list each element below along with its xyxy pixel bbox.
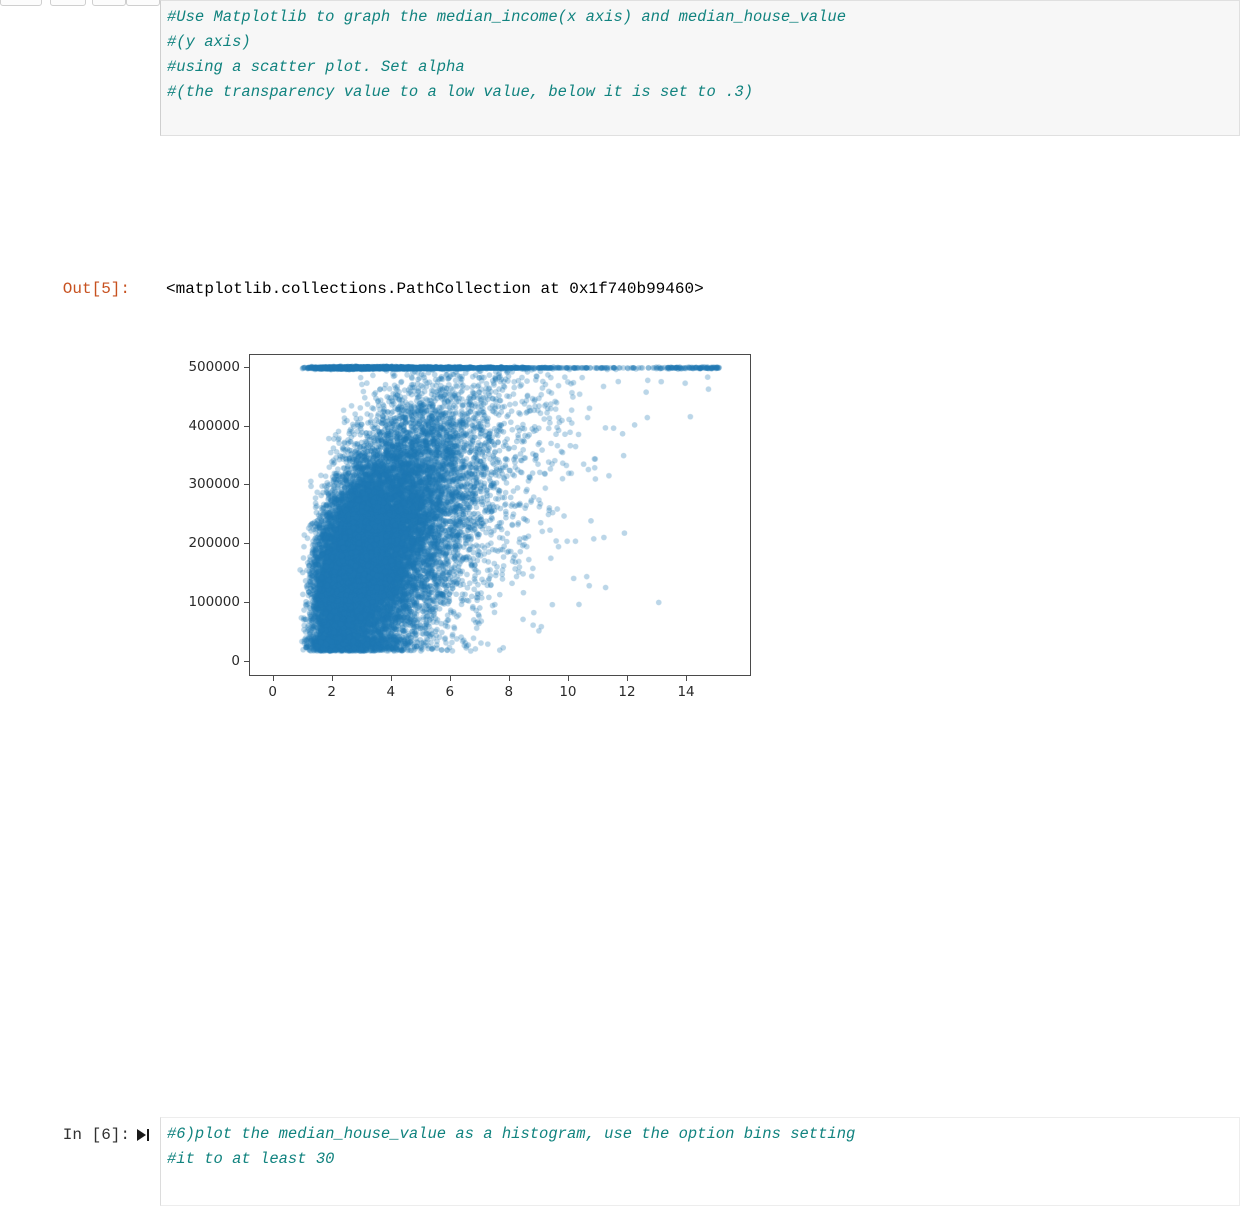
notebook-cell-out-5-text: Out[5]: <matplotlib.collections.PathColl… — [0, 279, 1240, 303]
x-tick-label: 2 — [327, 684, 336, 700]
y-tick-mark — [244, 425, 249, 427]
y-tick-label: 0 — [231, 652, 240, 669]
x-tick-label: 14 — [677, 684, 695, 700]
output-prompt-5: Out[5]: — [62, 280, 130, 298]
y-tick-mark — [244, 660, 249, 662]
cut-cell-button[interactable] — [92, 0, 126, 6]
x-tick-mark — [331, 676, 333, 681]
y-tick-label: 100000 — [188, 593, 240, 610]
copy-cell-button[interactable] — [126, 0, 160, 6]
x-tick-mark — [272, 676, 274, 681]
output-repr-text: <matplotlib.collections.PathCollection a… — [166, 280, 704, 298]
scatter-plot-axes — [249, 354, 751, 676]
add-cell-button[interactable] — [50, 0, 86, 6]
x-tick-mark — [567, 676, 569, 681]
x-tick-mark — [686, 676, 688, 681]
x-tick-mark — [508, 676, 510, 681]
code-line: #using a scatter plot. Set alpha — [167, 58, 465, 76]
x-tick-label: 0 — [268, 684, 277, 700]
y-tick-mark — [244, 366, 249, 368]
code-line: #(the transparency value to a low value,… — [167, 83, 753, 101]
figure-canvas: 0 100000 200000 300000 400000 500000 0 2 4 6 8 10 1… — [166, 345, 766, 710]
run-next-icon[interactable] — [134, 1125, 152, 1145]
y-tick-label: 200000 — [188, 535, 240, 552]
scatter-points — [250, 355, 750, 675]
x-tick-label: 8 — [504, 684, 514, 700]
notebook-body[interactable]: #Use Matplotlib to graph the median_inco… — [0, 0, 1240, 1206]
y-tick-mark — [244, 543, 249, 545]
notebook-cell-out-5-figure: 0 100000 200000 300000 400000 500000 0 2 4 6 8 10 1… — [0, 345, 1240, 715]
x-tick-label: 4 — [386, 684, 396, 700]
x-tick-label: 6 — [445, 684, 455, 700]
x-tick-label: 10 — [559, 684, 577, 700]
code-editor-cell-6[interactable]: #6)plot the median_house_value as a hist… — [160, 1117, 1240, 1206]
y-tick-label: 400000 — [188, 417, 240, 434]
x-tick-mark — [626, 676, 628, 681]
notebook-cell-in-6[interactable]: In [6]: #6)plot the median_house_value a… — [0, 1117, 1240, 1206]
code-line: #(y axis) — [167, 33, 251, 51]
code-line: #Use Matplotlib to graph the median_inco… — [167, 8, 847, 26]
x-tick-mark — [449, 676, 451, 681]
x-tick-label: 12 — [618, 684, 636, 700]
matplotlib-figure: 0 100000 200000 300000 400000 500000 0 2 4 6 8 10 1… — [166, 345, 766, 710]
y-tick-label: 500000 — [188, 358, 240, 375]
input-prompt-6: In [6]: — [62, 1126, 130, 1144]
y-tick-label: 300000 — [188, 476, 240, 493]
y-tick-mark — [244, 601, 249, 603]
x-tick-mark — [390, 676, 392, 681]
y-tick-mark — [244, 484, 249, 486]
code-line: #it to at least 30 — [167, 1150, 335, 1168]
notebook-cell-in-5[interactable]: #Use Matplotlib to graph the median_inco… — [0, 0, 1240, 138]
code-line: #6)plot the median_house_value as a hist… — [167, 1125, 856, 1143]
save-button[interactable] — [0, 0, 42, 6]
code-editor-cell-5[interactable]: #Use Matplotlib to graph the median_inco… — [160, 0, 1240, 136]
